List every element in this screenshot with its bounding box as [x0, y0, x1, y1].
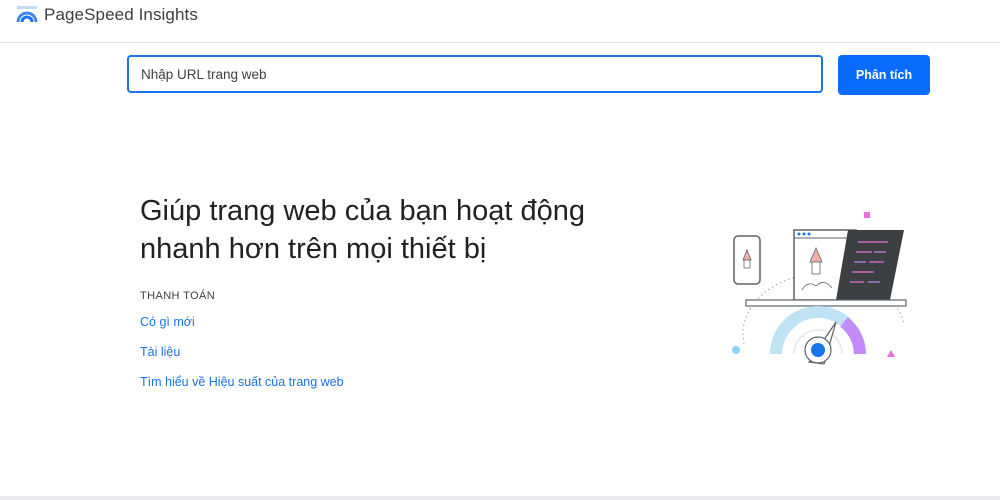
- section-label: THANH TOÁN: [140, 290, 216, 302]
- analyze-button[interactable]: Phân tích: [838, 55, 930, 95]
- pagespeed-logo-icon[interactable]: [16, 5, 38, 25]
- speed-gauge-illustration: [732, 212, 907, 365]
- link-learn-web-performance[interactable]: Tìm hiểu về Hiệu suất của trang web: [140, 375, 344, 389]
- link-documentation[interactable]: Tài liệu: [140, 345, 180, 359]
- hero-title: Giúp trang web của bạn hoạt động nhanh h…: [140, 195, 585, 265]
- app-title[interactable]: PageSpeed Insights: [44, 5, 198, 25]
- link-whats-new[interactable]: Có gì mới: [140, 315, 195, 329]
- bottom-divider: [0, 496, 1000, 500]
- url-input[interactable]: [127, 55, 823, 93]
- top-bar: PageSpeed Insights: [0, 0, 1000, 43]
